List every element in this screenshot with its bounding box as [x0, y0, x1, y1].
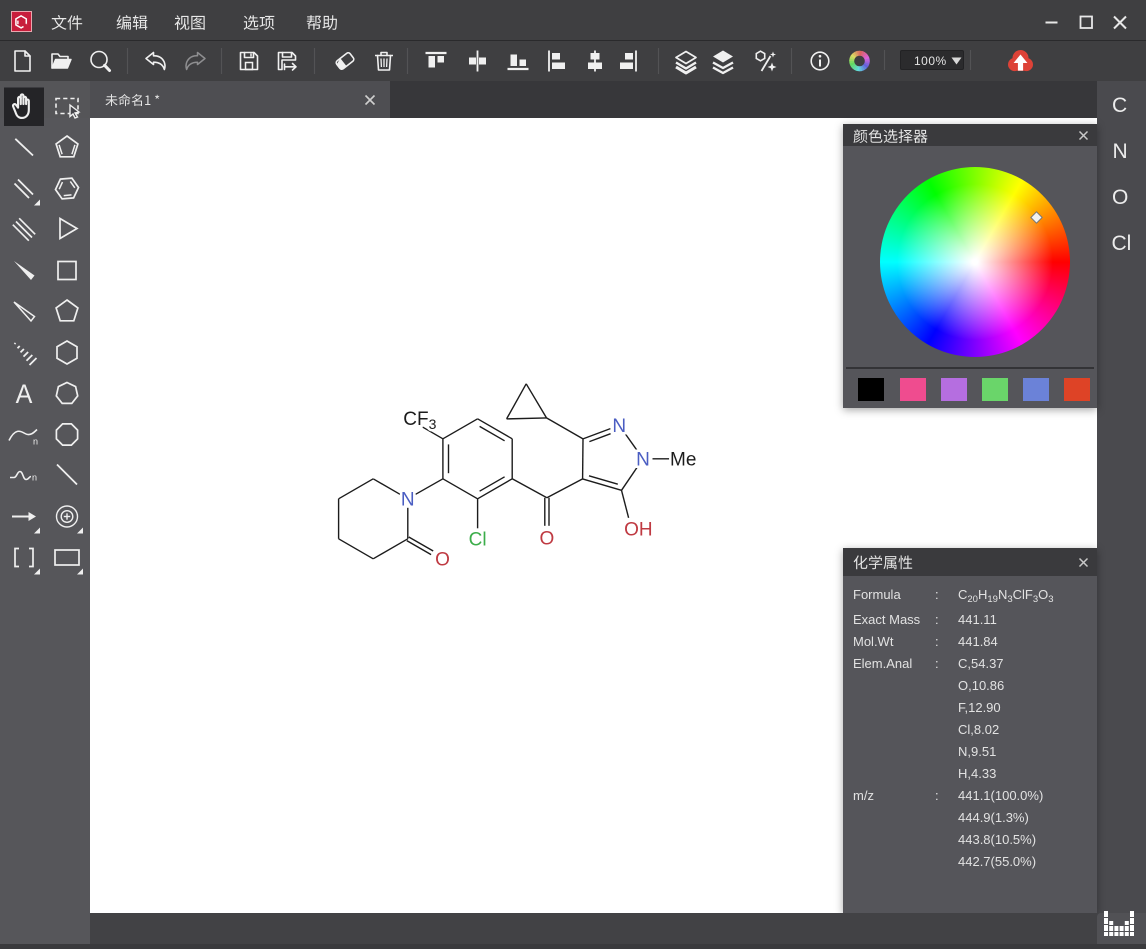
svg-text:n: n — [32, 473, 37, 483]
svg-text:Me: Me — [670, 450, 696, 471]
svg-text:N: N — [401, 490, 415, 511]
svg-text:CF3: CF3 — [403, 409, 436, 432]
svg-text:N: N — [612, 416, 626, 437]
svg-text:A: A — [16, 378, 33, 409]
svg-text:Cl: Cl — [469, 530, 487, 551]
svg-text:N: N — [636, 450, 650, 471]
svg-text:O: O — [540, 529, 555, 550]
svg-text:OH: OH — [624, 520, 653, 541]
svg-text:O: O — [435, 550, 450, 571]
svg-text:n: n — [33, 437, 38, 447]
